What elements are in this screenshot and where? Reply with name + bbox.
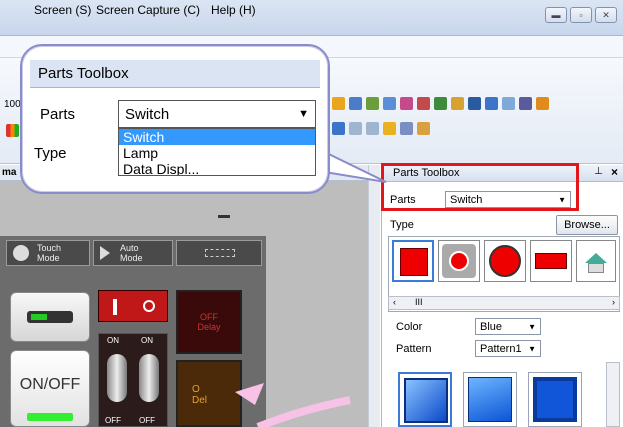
callout-parts-label: Parts [40, 106, 76, 123]
dropdown-option-lamp[interactable]: Lamp [119, 145, 315, 161]
dropdown-option-switch[interactable]: Switch [119, 129, 315, 145]
pink-arrow [256, 396, 351, 427]
callout-parts-value: Switch [125, 106, 170, 123]
callout-titlebar: Parts Toolbox [30, 60, 320, 88]
chevron-down-icon: ▼ [298, 108, 309, 120]
dropdown-option-data-display[interactable]: Data Displ... [119, 161, 315, 175]
callout-parts-combo[interactable]: Switch ▼ [118, 100, 316, 128]
callout-title: Parts Toolbox [38, 65, 129, 82]
pink-arrow-head [235, 383, 264, 405]
callout-dropdown-list[interactable]: Switch Lamp Data Displ... [118, 128, 316, 176]
callout-type-label: Type [34, 145, 67, 162]
